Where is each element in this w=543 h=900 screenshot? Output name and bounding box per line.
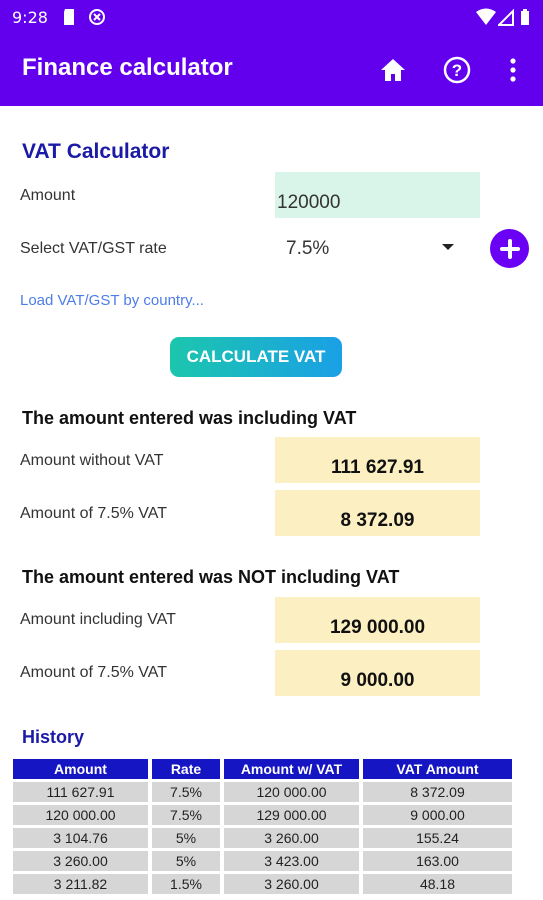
cell-amount-with-vat: 3 423.00 [224, 851, 359, 871]
wifi-icon [476, 8, 496, 31]
column-header-amount-with-vat: Amount w/ VAT [224, 759, 359, 779]
cell-rate: 1.5% [152, 874, 220, 894]
svg-text:?: ? [452, 61, 462, 80]
cell-rate: 5% [152, 828, 220, 848]
amount-label: Amount [20, 187, 76, 204]
column-header-amount: Amount [13, 759, 148, 779]
cell-amount-with-vat: 3 260.00 [224, 828, 359, 848]
cell-amount: 3 260.00 [13, 851, 148, 871]
rate-select-value: 7.5% [286, 238, 330, 259]
history-table: Amount Rate Amount w/ VAT VAT Amount 111… [9, 756, 516, 897]
app-title: Finance calculator [22, 54, 233, 81]
status-time: 9:28 [12, 8, 48, 27]
sd-card-icon [62, 8, 76, 31]
vat-amount-value: 8 372.09 [275, 490, 480, 536]
cell-amount: 3 211.82 [13, 874, 148, 894]
cell-amount: 111 627.91 [13, 782, 148, 802]
column-header-rate: Rate [152, 759, 220, 779]
cell-rate: 5% [152, 851, 220, 871]
battery-icon [520, 8, 530, 31]
amount-without-vat-value: 111 627.91 [275, 437, 480, 483]
cell-amount: 3 104.76 [13, 828, 148, 848]
table-row[interactable]: 3 211.82 1.5% 3 260.00 48.18 [13, 874, 512, 894]
signal-icon [496, 8, 514, 31]
amount-without-vat-label: Amount without VAT [20, 452, 164, 469]
home-icon[interactable] [377, 54, 409, 86]
amount-including-vat-label: Amount including VAT [20, 611, 176, 628]
cell-rate: 7.5% [152, 782, 220, 802]
calculate-vat-button[interactable]: CALCULATE VAT [170, 337, 342, 377]
plus-icon [499, 238, 520, 259]
cell-amount-with-vat: 3 260.00 [224, 874, 359, 894]
amount-including-vat-value: 129 000.00 [275, 597, 480, 643]
table-row[interactable]: 3 104.76 5% 3 260.00 155.24 [13, 828, 512, 848]
cell-vat-amount: 163.00 [363, 851, 512, 871]
cell-vat-amount: 9 000.00 [363, 805, 512, 825]
calculator-title: VAT Calculator [22, 140, 170, 163]
table-row[interactable]: 111 627.91 7.5% 120 000.00 8 372.09 [13, 782, 512, 802]
rate-label: Select VAT/GST rate [20, 240, 167, 257]
vat-amount-value-2: 9 000.00 [275, 650, 480, 696]
sync-icon [88, 8, 106, 31]
amount-input[interactable]: 120000 [275, 172, 480, 218]
cell-vat-amount: 48.18 [363, 874, 512, 894]
cell-vat-amount: 8 372.09 [363, 782, 512, 802]
vat-amount-label-2: Amount of 7.5% VAT [20, 664, 168, 681]
load-by-country-link[interactable]: Load VAT/GST by country... [20, 292, 204, 309]
dropdown-arrow-icon [442, 244, 454, 250]
app-bar: Finance calculator ? [0, 34, 543, 106]
history-header-row: Amount Rate Amount w/ VAT VAT Amount [13, 759, 512, 779]
vat-amount-label: Amount of 7.5% VAT [20, 505, 168, 522]
cell-amount-with-vat: 129 000.00 [224, 805, 359, 825]
add-rate-button[interactable] [490, 229, 529, 268]
table-row[interactable]: 3 260.00 5% 3 423.00 163.00 [13, 851, 512, 871]
help-icon[interactable]: ? [441, 54, 473, 86]
cell-amount-with-vat: 120 000.00 [224, 782, 359, 802]
including-heading: The amount entered was including VAT [22, 408, 357, 428]
more-vert-icon[interactable] [497, 54, 529, 86]
cell-vat-amount: 155.24 [363, 828, 512, 848]
cell-amount: 120 000.00 [13, 805, 148, 825]
excluding-heading: The amount entered was NOT including VAT [22, 567, 400, 587]
history-title: History [22, 727, 85, 747]
table-row[interactable]: 120 000.00 7.5% 129 000.00 9 000.00 [13, 805, 512, 825]
cell-rate: 7.5% [152, 805, 220, 825]
column-header-vat-amount: VAT Amount [363, 759, 512, 779]
status-bar: 9:28 [0, 0, 543, 34]
